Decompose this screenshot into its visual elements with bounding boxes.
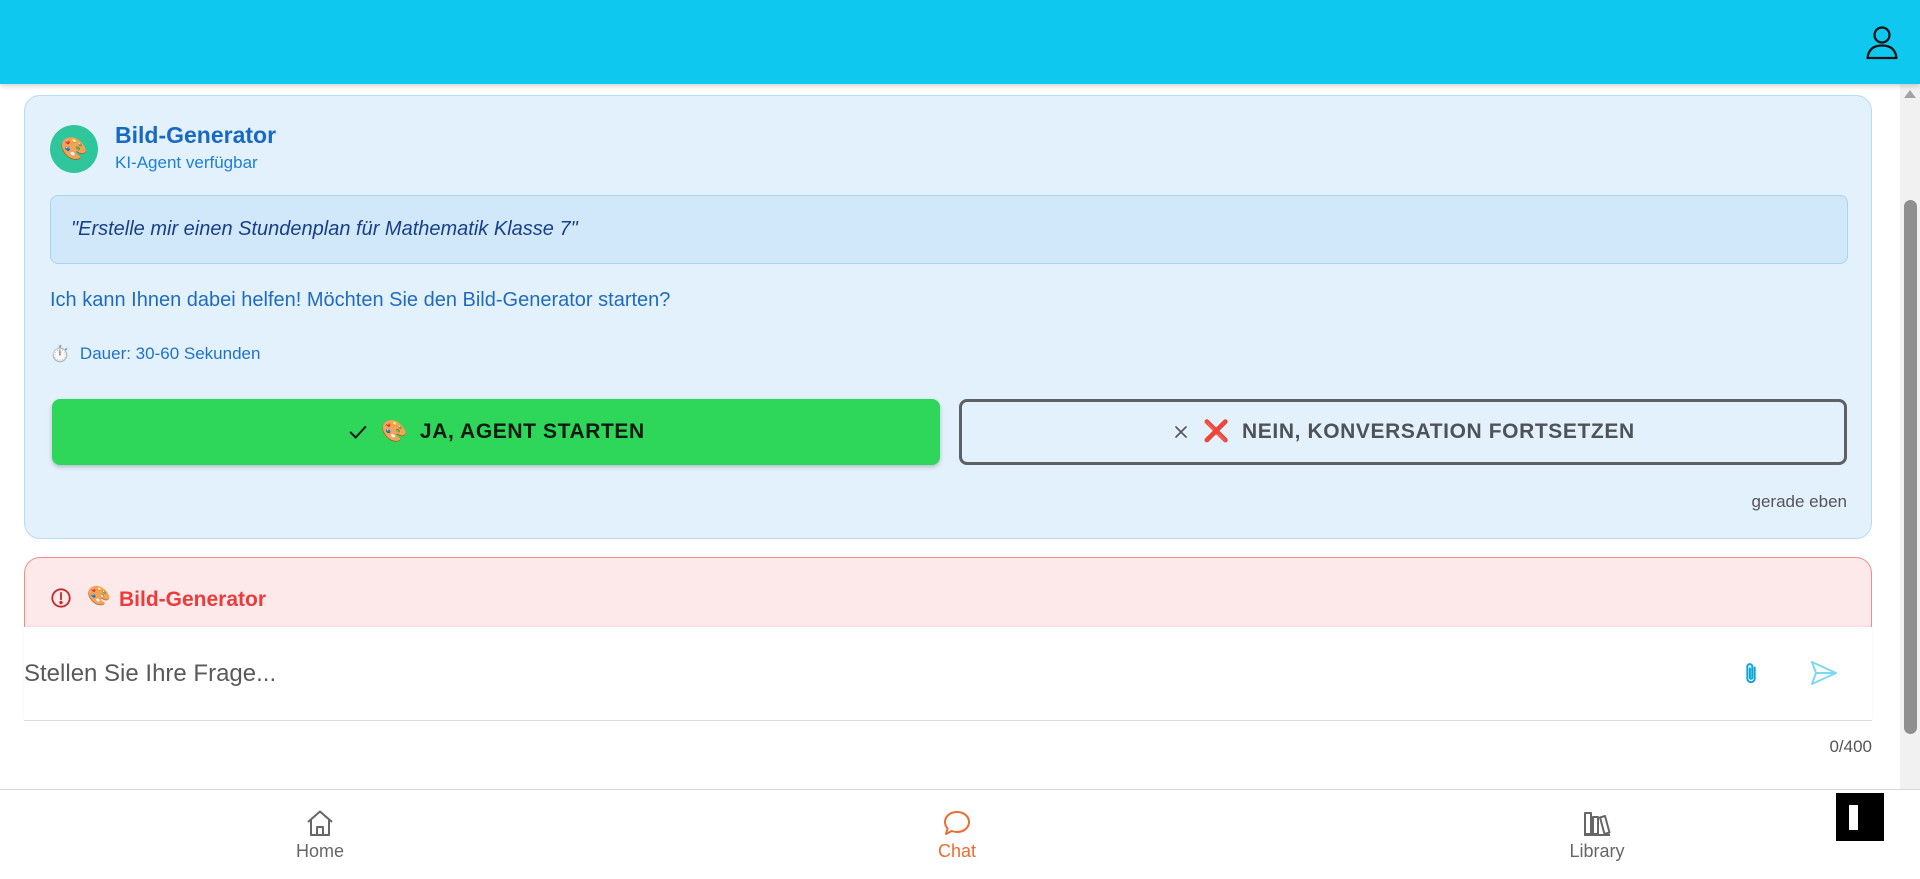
message-timestamp: gerade eben	[1751, 492, 1847, 511]
widget-bar-icon	[1849, 805, 1858, 830]
chat-input[interactable]	[24, 649, 1704, 699]
palette-icon: 🎨	[50, 125, 98, 173]
cross-mark-icon: ❌	[1203, 420, 1231, 443]
duration-label: Dauer: 30-60 Sekunden	[79, 344, 261, 363]
nav-item-label: Library	[1569, 841, 1625, 861]
close-icon	[1175, 426, 1188, 438]
palette-icon: 🎨	[381, 420, 408, 443]
profile-button[interactable]	[1862, 22, 1902, 62]
stopwatch-icon: ⏱️	[50, 346, 70, 363]
paperclip-icon	[1746, 663, 1756, 684]
nav-item-library[interactable]: Library	[1537, 809, 1657, 862]
attach-button[interactable]	[1740, 660, 1762, 691]
char-counter: 0/400	[1829, 737, 1872, 756]
alert-circle-icon	[51, 588, 71, 608]
bottom-navigation: Home Chat Library	[0, 789, 1920, 879]
agent-suggestion-card: 🎨 Bild-Generator KI-Agent verfügbar "Ers…	[24, 95, 1872, 539]
send-button[interactable]	[1810, 660, 1838, 691]
nav-item-label: Chat	[937, 841, 977, 861]
home-icon	[307, 810, 333, 836]
start-agent-button[interactable]: 🎨 JA, AGENT STARTEN	[52, 399, 940, 465]
error-card: 🎨 Bild-Generator	[24, 557, 1872, 627]
duration-info: ⏱️ Dauer: 30-60 Sekunden	[50, 344, 260, 364]
chat-bubble-icon	[944, 811, 970, 835]
user-icon	[1866, 26, 1898, 60]
user-prompt-quote: "Erstelle mir einen Stundenplan für Math…	[50, 195, 1848, 264]
scroll-up-arrow-icon[interactable]	[1904, 90, 1916, 98]
nav-item-home[interactable]: Home	[260, 809, 380, 862]
chat-input-area	[24, 627, 1872, 721]
floating-widget-button[interactable]	[1836, 793, 1884, 841]
app-header	[0, 0, 1920, 84]
nav-item-chat[interactable]: Chat	[897, 809, 1017, 862]
error-title: Bild-Generator	[119, 588, 267, 611]
send-icon	[1811, 661, 1837, 685]
agent-subtitle: KI-Agent verfügbar	[115, 153, 258, 172]
continue-conversation-button[interactable]: ❌ NEIN, KONVERSATION FORTSETZEN	[959, 399, 1847, 465]
palette-icon: 🎨	[87, 586, 111, 607]
nav-item-label: Home	[295, 841, 344, 861]
agent-title: Bild-Generator	[115, 122, 277, 148]
start-agent-button-label: JA, AGENT STARTEN	[419, 420, 645, 443]
agent-message: Ich kann Ihnen dabei helfen! Möchten Sie…	[50, 289, 671, 311]
check-icon	[349, 425, 367, 439]
scrollbar-thumb[interactable]	[1904, 200, 1917, 734]
library-icon	[1584, 812, 1611, 836]
continue-conversation-button-label: NEIN, KONVERSATION FORTSETZEN	[1242, 420, 1635, 443]
